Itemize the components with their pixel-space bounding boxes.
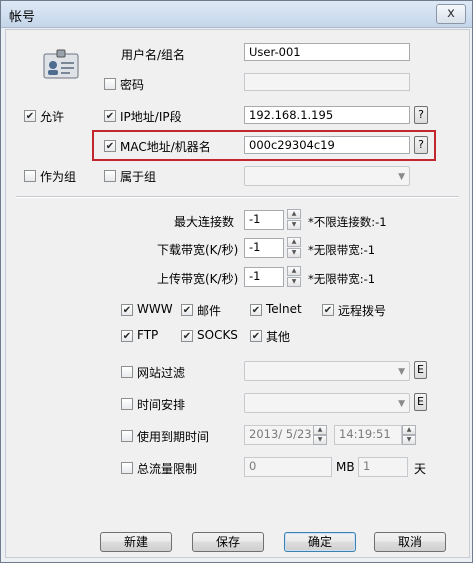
mac-label: MAC地址/机器名 (120, 140, 211, 154)
service-ftp-checkbox[interactable] (121, 330, 133, 342)
password-label: 密码 (120, 78, 145, 92)
service-mail-checkbox[interactable] (181, 304, 193, 316)
mac-checkbox[interactable] (104, 140, 116, 152)
schedule-checkbox[interactable] (121, 398, 133, 410)
traffic-limit-label: 总流量限制 (137, 462, 198, 476)
service-dialup-checkbox[interactable] (322, 304, 334, 316)
max-conn-label: 最大连接数 (174, 215, 235, 229)
download-input[interactable]: -1 (244, 238, 284, 258)
upload-input[interactable]: -1 (244, 267, 284, 287)
schedule-edit-button[interactable]: E (414, 393, 427, 411)
expire-date-stepper[interactable]: ▲ ▼ (313, 425, 327, 445)
allow-label: 允许 (40, 110, 65, 124)
dialog-content: 用户名/组名 User-001 密码 允许 IP地址/IP段 192.168.1… (5, 29, 470, 558)
stepper-up-icon[interactable]: ▲ (402, 425, 416, 435)
ip-help-button[interactable]: ? (414, 106, 428, 124)
service-socks-label: SOCKS (197, 328, 238, 342)
service-other-label: 其他 (266, 330, 291, 344)
stepper-down-icon[interactable]: ▼ (402, 435, 416, 445)
download-hint: *无限带宽:-1 (308, 243, 376, 257)
download-stepper[interactable]: ▲ ▼ (287, 237, 301, 259)
account-dialog: 帐号 x 用户名/组名 User-001 密码 允许 IP地址/IP段 192.… (0, 0, 473, 563)
service-telnet-label: Telnet (266, 302, 302, 316)
user-badge-icon (43, 49, 79, 79)
chevron-down-icon: ▼ (398, 172, 405, 182)
schedule-label: 时间安排 (137, 398, 186, 412)
password-input[interactable] (244, 73, 410, 91)
service-www-label: WWW (137, 302, 173, 316)
ip-input[interactable]: 192.168.1.195 (244, 106, 410, 124)
service-ftp-label: FTP (137, 328, 159, 342)
schedule-select[interactable]: ▼ (244, 393, 410, 413)
stepper-up-icon[interactable]: ▲ (313, 425, 327, 435)
max-conn-input[interactable]: -1 (244, 210, 284, 230)
ok-button[interactable]: 确定 (284, 532, 356, 552)
web-filter-checkbox[interactable] (121, 366, 133, 378)
web-filter-label: 网站过滤 (137, 366, 186, 380)
stepper-up-icon[interactable]: ▲ (287, 266, 301, 276)
service-www-checkbox[interactable] (121, 304, 133, 316)
traffic-unit-day: 天 (414, 462, 427, 476)
web-filter-select[interactable]: ▼ (244, 361, 410, 381)
expire-date-input[interactable]: 2013/ 5/23 (244, 425, 314, 445)
as-group-checkbox[interactable] (24, 170, 36, 182)
stepper-down-icon[interactable]: ▼ (313, 435, 327, 445)
ip-label: IP地址/IP段 (120, 110, 182, 124)
traffic-limit-checkbox[interactable] (121, 462, 133, 474)
window-title: 帐号 (9, 10, 36, 25)
stepper-up-icon[interactable]: ▲ (287, 237, 301, 247)
mac-input[interactable]: 000c29304c19 (244, 136, 410, 154)
traffic-days-input[interactable]: 1 (358, 457, 408, 477)
as-group-label: 作为组 (40, 170, 77, 184)
upload-hint: *无限带宽:-1 (308, 272, 376, 286)
divider (16, 196, 459, 198)
expire-time-input[interactable]: 14:19:51 (334, 425, 402, 445)
belong-group-label: 属于组 (120, 170, 157, 184)
save-button[interactable]: 保存 (192, 532, 264, 552)
belong-group-checkbox[interactable] (104, 170, 116, 182)
stepper-up-icon[interactable]: ▲ (287, 209, 301, 219)
ip-checkbox[interactable] (104, 110, 116, 122)
service-telnet-checkbox[interactable] (250, 304, 262, 316)
service-other-checkbox[interactable] (250, 330, 262, 342)
upload-label: 上传带宽(K/秒) (157, 272, 239, 286)
max-conn-hint: *不限连接数:-1 (308, 215, 387, 229)
new-button[interactable]: 新建 (100, 532, 172, 552)
web-filter-edit-button[interactable]: E (414, 361, 427, 379)
traffic-limit-input[interactable]: 0 (244, 457, 332, 477)
password-checkbox[interactable] (104, 78, 116, 90)
download-label: 下载带宽(K/秒) (157, 243, 239, 257)
title-bar[interactable]: 帐号 x (1, 1, 472, 28)
chevron-down-icon: ▼ (398, 399, 405, 409)
allow-checkbox[interactable] (24, 110, 36, 122)
username-label: 用户名/组名 (121, 48, 186, 62)
service-socks-checkbox[interactable] (181, 330, 193, 342)
stepper-down-icon[interactable]: ▼ (287, 277, 301, 287)
stepper-down-icon[interactable]: ▼ (287, 220, 301, 230)
service-dialup-label: 远程拨号 (338, 304, 387, 318)
expire-label: 使用到期时间 (137, 430, 210, 444)
upload-stepper[interactable]: ▲ ▼ (287, 266, 301, 288)
close-button[interactable]: x (436, 4, 466, 24)
service-mail-label: 邮件 (197, 304, 222, 318)
mac-help-button[interactable]: ? (414, 136, 428, 154)
stepper-down-icon[interactable]: ▼ (287, 248, 301, 258)
group-select[interactable]: ▼ (244, 166, 410, 186)
cancel-button[interactable]: 取消 (374, 532, 446, 552)
chevron-down-icon: ▼ (398, 367, 405, 377)
max-conn-stepper[interactable]: ▲ ▼ (287, 209, 301, 231)
expire-time-stepper[interactable]: ▲ ▼ (402, 425, 416, 445)
expire-checkbox[interactable] (121, 430, 133, 442)
traffic-unit-mb: MB (336, 460, 355, 474)
username-input[interactable]: User-001 (244, 43, 410, 61)
